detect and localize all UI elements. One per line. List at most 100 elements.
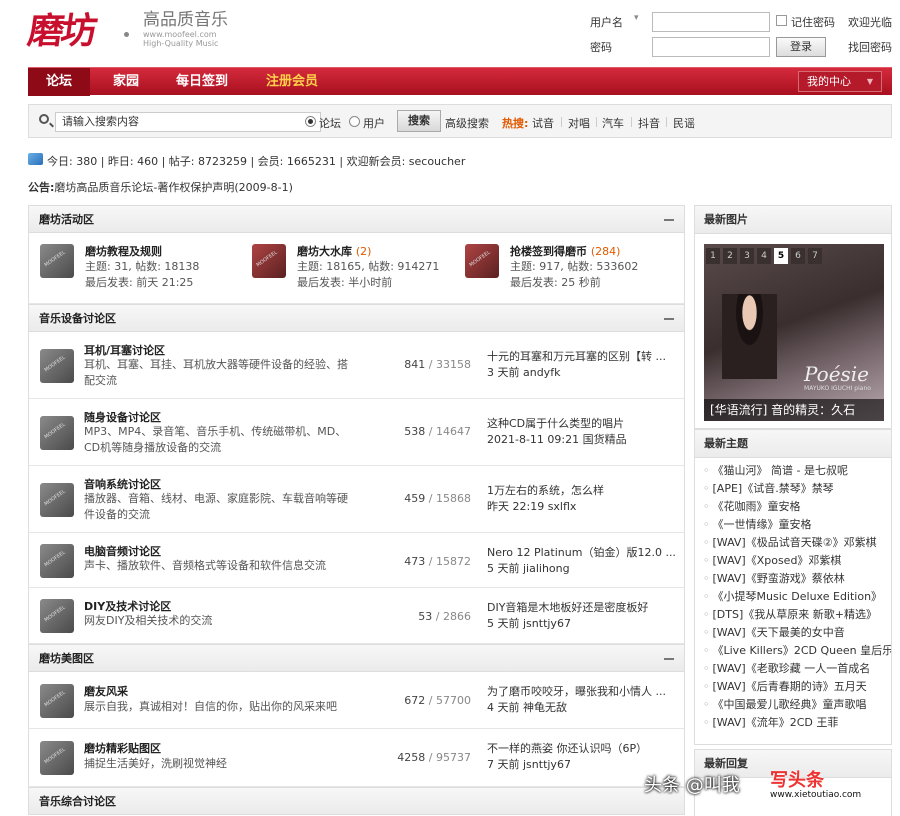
site-header: 磨坊 高品质音乐 www.moofeel.com High-Quality Mu… [0,0,900,64]
search-button[interactable]: 搜索 [397,110,441,132]
logo-en: High-Quality Music [143,39,219,48]
topic-item[interactable]: 《小提琴Music Deluxe Edition》 [703,588,891,606]
hot-search-label: 热搜: [502,117,529,130]
forum-name[interactable]: 耳机/耳塞讨论区 [84,342,165,358]
site-logo[interactable]: 磨坊 [25,10,129,52]
last-post-title[interactable]: 这种CD属于什么类型的唱片 [487,416,677,432]
stats-text: 今日: 380 | 昨日: 460 | 帖子: 8723259 | 会员: 16… [47,155,466,168]
forum-stat: 主题: 18165, 帖数: 914271 [297,260,440,273]
forum-name[interactable]: DIY及技术讨论区 [84,598,171,614]
forum-stats: 今日: 380 | 昨日: 460 | 帖子: 8723259 | 会员: 16… [28,152,628,168]
topic-item[interactable]: [WAV]《后青春期的诗》五月天 [703,678,891,696]
pic-slideshow[interactable]: 1 2 3 4 5 6 7 Poésie MAYUKO IGUCHI piano… [704,244,884,421]
forum-icon [40,741,74,775]
last-post-title[interactable]: 十元的耳塞和万元耳塞的区别【转 ... [487,349,677,365]
forum-counts: 473 / 15872 [404,555,471,568]
hot-word-link[interactable]: 试音 [532,115,554,131]
collapse-icon[interactable] [664,658,674,660]
category-header[interactable]: 磨坊活动区 [28,205,685,233]
forum-name[interactable]: 磨坊大水库 (2) [297,243,371,259]
search-input[interactable]: 请输入搜索内容 [55,112,321,132]
topic-item[interactable]: [WAV]《极品试音天碟②》邓紫棋 [703,534,891,552]
radio-forum[interactable] [305,116,316,127]
category-header[interactable]: 磨坊美图区 [28,644,685,672]
forum-icon [40,483,74,517]
password-input[interactable] [652,37,770,57]
collapse-icon[interactable] [664,219,674,221]
forum-name[interactable]: 电脑音频讨论区 [84,543,161,559]
topic-item[interactable]: [WAV]《野蛮游戏》蔡依林 [703,570,891,588]
login-button[interactable]: 登录 [776,37,826,57]
last-post-title[interactable]: 不一样的燕姿 你还认识吗（6P） [487,741,677,757]
forum-last-post: 最后发表: 25 秒前 [510,276,601,289]
advanced-search-link[interactable]: 高级搜索 [445,115,489,131]
hot-word-link[interactable]: 民谣 [673,115,695,131]
forum-name[interactable]: 磨坊教程及规则 [85,243,162,259]
topic-item[interactable]: [WAV]《流年》2CD 王菲 [703,714,891,732]
welcome-link[interactable]: 欢迎光临 [848,14,892,30]
username-type-dropdown[interactable]: ▾ [634,13,639,23]
topic-item[interactable]: 《一世情缘》童安格 [703,516,891,534]
forum-counts: 841 / 33158 [404,358,471,371]
topic-item[interactable]: 《猫山河》 简谱 - 是七叔呢 [703,462,891,480]
slide-page[interactable]: 6 [791,248,805,264]
topic-item[interactable]: [APE]《试音.禁琴》禁琴 [703,480,891,498]
slide-page[interactable]: 1 [706,248,720,264]
sidebar: 最新图片 1 2 3 4 5 6 7 Poésie MAYUKO IGUCHI … [694,205,892,816]
forum-name[interactable]: 音响系统讨论区 [84,476,161,492]
last-post-title[interactable]: DIY音箱是木地板好还是密度板好 [487,600,677,616]
username-input[interactable] [652,12,770,32]
nav-tab-home[interactable]: 家园 [100,68,152,96]
slide-page[interactable]: 2 [723,248,737,264]
topic-list: 《猫山河》 简谱 - 是七叔呢 [APE]《试音.禁琴》禁琴 《花咖雨》童安格 … [695,458,892,732]
forum-name[interactable]: 抢楼签到得磨币 (284) [510,243,620,259]
collapse-icon[interactable] [664,318,674,320]
topic-item[interactable]: [WAV]《天下最美的女中音 [703,624,891,642]
nav-tab-signin[interactable]: 每日签到 [164,68,240,96]
slide-page[interactable]: 4 [757,248,771,264]
category-header[interactable]: 音乐综合讨论区 [28,787,685,815]
login-panel: 用户名 ▾ 记住密码 欢迎光临 密码 登录 找回密码 [590,12,900,62]
slide-page[interactable]: 3 [740,248,754,264]
radio-user[interactable] [349,116,360,127]
topic-item[interactable]: 《Live Killers》2CD Queen 皇后乐 [703,642,892,660]
remember-checkbox[interactable] [776,15,787,26]
topic-item[interactable]: [DTS]《我从草原来 新歌+精选》 [703,606,891,624]
topic-item[interactable]: [WAV]《Xposed》邓紫棋 [703,552,891,570]
topic-item[interactable]: 《中国最爱儿歌经典》童声歌唱 [703,696,891,714]
my-center-dropdown[interactable]: 我的中心 ▼ [798,71,882,92]
watermark-logo: 写头条 [770,770,824,791]
nav-tab-forum[interactable]: 论坛 [28,68,90,96]
slide-page[interactable]: 7 [808,248,822,264]
topic-item[interactable]: [WAV]《老歌珍藏 一人一首成名 [703,660,891,678]
topic-item[interactable]: 《花咖雨》童安格 [703,498,891,516]
last-post-info: 4 天前 神龟无敌 [487,701,567,714]
last-post-title[interactable]: 为了磨币咬咬牙，曝张我和小情人 ... [487,684,677,700]
hot-word-link[interactable]: 汽车 [602,115,624,131]
retrieve-password-link[interactable]: 找回密码 [848,39,892,55]
separator [631,117,632,127]
hot-word-link[interactable]: 对唱 [568,115,590,131]
forum-row: 磨坊精彩贴图区 捕捉生活美好，洗刷视觉神经 4258 / 95737 不一样的燕… [28,729,685,787]
hot-word-link[interactable]: 抖音 [638,115,660,131]
forum-name[interactable]: 随身设备讨论区 [84,409,161,425]
forum-icon [40,416,74,450]
logo-dot [124,32,129,37]
latest-topics-title: 最新主题 [695,430,891,458]
slide-page-active[interactable]: 5 [774,248,788,264]
logo-url: www.moofeel.com [143,30,217,39]
category-header[interactable]: 音乐设备讨论区 [28,304,685,332]
last-post-title[interactable]: 1万左右的系统，怎么样 [487,483,677,499]
slide-caption[interactable]: [华语流行] 音的精灵：久石 [704,399,884,421]
forum-counts: 4258 / 95737 [397,751,471,764]
logo-text: 磨坊 [25,10,97,52]
forum-name[interactable]: 磨友风采 [84,683,128,699]
forum-row: 音响系统讨论区 播放器、音箱、线材、电源、家庭影院、车载音响等硬件设备的交流 4… [28,466,685,533]
announcement-link[interactable]: 磨坊高品质音乐论坛-著作权保护声明(2009-8-1) [54,181,292,194]
forum-name[interactable]: 磨坊精彩贴图区 [84,740,161,756]
announcement: 公告:磨坊高品质音乐论坛-著作权保护声明(2009-8-1) [28,179,293,195]
forum-last-post: 最后发表: 前天 21:25 [85,276,194,289]
forum-counts: 459 / 15868 [404,492,471,505]
last-post-title[interactable]: Nero 12 Platinum（铂金）版12.0 ... [487,545,677,561]
nav-tab-register[interactable]: 注册会员 [254,68,330,96]
